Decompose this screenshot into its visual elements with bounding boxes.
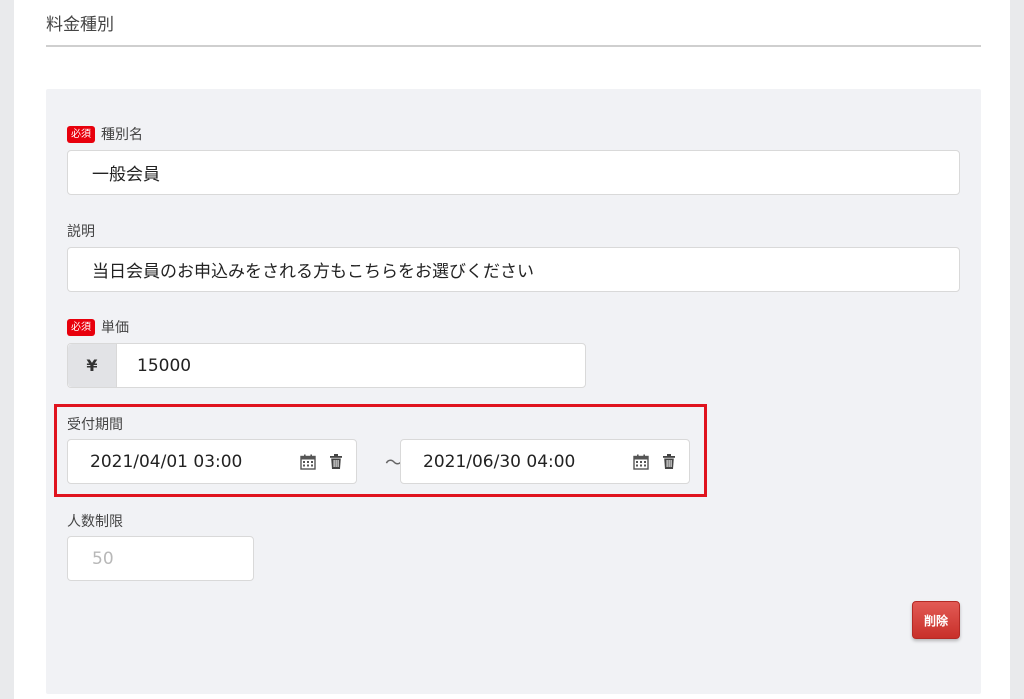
reception-period-label-text: 受付期間 xyxy=(67,417,123,433)
trash-icon[interactable] xyxy=(655,440,683,483)
required-badge: 必須 xyxy=(67,125,95,143)
capacity-placeholder: 50 xyxy=(92,548,114,569)
period-end-input[interactable]: 2021/06/30 04:00 xyxy=(400,439,690,484)
trash-icon[interactable] xyxy=(322,440,350,483)
delete-button[interactable]: 削除 xyxy=(912,601,960,639)
type-name-label: 必須 種別名 xyxy=(67,124,143,144)
capacity-label-text: 人数制限 xyxy=(67,514,123,530)
period-end-value: 2021/06/30 04:00 xyxy=(423,451,576,472)
type-name-input[interactable]: 一般会員 xyxy=(67,150,960,195)
unit-price-label-text: 単価 xyxy=(101,320,129,336)
title-divider xyxy=(46,45,981,47)
capacity-label: 人数制限 xyxy=(67,511,123,531)
unit-price-label: 必須 単価 xyxy=(67,317,129,337)
section-title: 料金種別 xyxy=(46,15,114,35)
type-name-label-text: 種別名 xyxy=(101,127,143,143)
page: 料金種別 必須 種別名 一般会員 説明 当日会員のお申込みをされる方もこちらをお… xyxy=(14,0,1010,699)
calendar-icon[interactable] xyxy=(294,440,322,483)
calendar-icon[interactable] xyxy=(627,440,655,483)
reception-period-label: 受付期間 xyxy=(67,414,123,434)
required-badge: 必須 xyxy=(67,318,95,336)
description-input[interactable]: 当日会員のお申込みをされる方もこちらをお選びください xyxy=(67,247,960,292)
type-name-value: 一般会員 xyxy=(92,165,160,185)
unit-price-input[interactable]: ¥ 15000 xyxy=(67,343,586,388)
yen-addon: ¥ xyxy=(68,344,117,387)
unit-price-value: 15000 xyxy=(137,355,192,376)
description-label: 説明 xyxy=(67,221,95,241)
description-label-text: 説明 xyxy=(67,224,95,240)
capacity-input[interactable]: 50 xyxy=(67,536,254,581)
period-start-value: 2021/04/01 03:00 xyxy=(90,451,243,472)
description-value: 当日会員のお申込みをされる方もこちらをお選びください xyxy=(92,262,534,282)
period-start-input[interactable]: 2021/04/01 03:00 xyxy=(67,439,357,484)
